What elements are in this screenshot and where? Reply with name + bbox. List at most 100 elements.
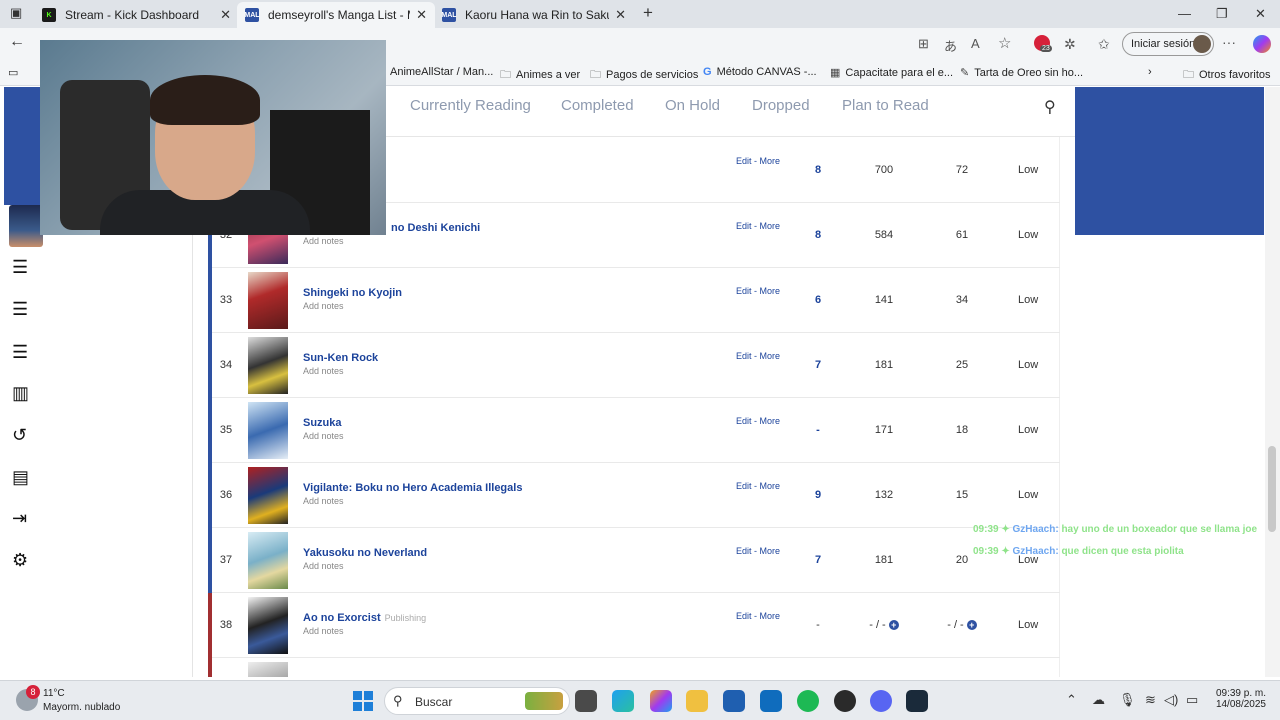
edit-more-link[interactable]: Edit - More [736,416,780,426]
history-icon[interactable]: ↺ [12,425,27,446]
chapters[interactable]: 700 [864,164,904,176]
add-notes-link[interactable]: Add notes [303,431,344,441]
export-icon[interactable]: ⇥ [12,508,27,529]
manga-title[interactable]: Shingeki no Kyojin [303,287,402,299]
chapters[interactable]: 181 [864,359,904,371]
start-icon[interactable] [353,691,373,711]
chevron-right-icon[interactable]: › [1148,66,1152,78]
tab-on-hold[interactable]: On Hold [665,97,720,114]
file-explorer-icon[interactable] [686,690,708,712]
add-notes-link[interactable]: Add notes [303,366,344,376]
chapters[interactable]: 171 [864,424,904,436]
document-icon[interactable]: ▤ [12,467,29,488]
maximize-icon[interactable]: ❐ [1216,6,1228,22]
close-window-icon[interactable]: ✕ [1255,6,1266,22]
edit-more-link[interactable]: Edit - More [736,351,780,361]
favorite-star-icon[interactable]: ☆ [998,34,1011,52]
score[interactable]: 8 [808,229,828,241]
wifi-icon[interactable]: ≋ [1145,692,1156,708]
close-icon[interactable]: ✕ [615,7,626,23]
bookmark-item[interactable]: G Método CANVAS -... [703,66,817,78]
sort-alpha-icon[interactable]: ☰ [12,299,28,320]
manga-title[interactable]: no Deshi Kenichi [391,222,480,234]
edit-more-link[interactable]: Edit - More [736,221,780,231]
tab-actions-icon[interactable]: ▣ [10,5,22,21]
bookmark-item[interactable]: ✎ Tarta de Oreo sin ho... [960,66,1083,79]
bookmarks-menu-icon[interactable]: ▭ [8,66,18,79]
add-notes-link[interactable]: Add notes [303,496,344,506]
read-aloud-icon[interactable]: A [971,36,980,51]
store-icon[interactable] [723,690,745,712]
edit-more-link[interactable]: Edit - More [736,156,780,166]
scrollbar-thumb[interactable] [1268,446,1276,532]
task-view-icon[interactable] [575,690,597,712]
microphone-icon[interactable]: 🎙 [1119,692,1136,708]
volumes[interactable]: - / - + [942,619,982,631]
score[interactable]: - [808,619,828,631]
cover-image[interactable] [248,337,288,394]
cover-image[interactable] [248,402,288,459]
stats-icon[interactable]: ▥ [12,383,29,404]
manga-title[interactable]: Sun-Ken Rock [303,352,378,364]
manga-title[interactable]: Yakusoku no Neverland [303,547,427,559]
more-icon[interactable]: ··· [1222,34,1236,50]
chapters[interactable]: 141 [864,294,904,306]
chapters[interactable]: 584 [864,229,904,241]
obs-icon[interactable] [834,690,856,712]
translate-icon[interactable]: あ [944,36,957,55]
manga-title[interactable]: Suzuka [303,417,342,429]
manga-title[interactable]: Ao no Exorcist Publishing [303,612,426,624]
add-list-icon[interactable]: ☰ [12,257,28,278]
weather-temp[interactable]: 11°C [43,688,65,699]
weather-desc[interactable]: Mayorm. nublado [43,702,120,713]
minimize-icon[interactable]: — [1178,6,1191,21]
clock[interactable]: 09:39 p. m. 14/08/2025 [1210,688,1266,710]
cover-image[interactable] [248,467,288,524]
increment-volume-icon[interactable]: + [966,620,977,630]
cover-image[interactable] [248,597,288,654]
volumes[interactable]: 72 [942,164,982,176]
add-notes-link[interactable]: Add notes [303,626,344,636]
tab-manga-list[interactable]: MAL demseyroll's Manga List - MyAnim ✕ [237,2,435,28]
bookmark-item[interactable]: 🗀 Otros favoritos [1183,66,1271,85]
bookmark-item[interactable]: 🗀 Pagos de servicios [590,66,698,85]
volumes[interactable]: 15 [942,489,982,501]
edit-more-link[interactable]: Edit - More [736,546,780,556]
increment-chapter-icon[interactable]: + [888,620,899,630]
volumes[interactable]: 34 [942,294,982,306]
copilot-app-icon[interactable] [650,690,672,712]
tab-completed[interactable]: Completed [561,97,634,114]
battery-icon[interactable]: ▭ [1186,692,1198,708]
cover-image[interactable] [248,532,288,589]
bookmark-item[interactable]: 🗀 Animes a ver [500,66,580,85]
edge-icon[interactable] [612,690,634,712]
edit-more-link[interactable]: Edit - More [736,481,780,491]
profile-avatar[interactable] [9,205,43,247]
add-notes-link[interactable]: Add notes [303,561,344,571]
favorites-icon[interactable]: ✩ [1098,36,1110,53]
add-notes-link[interactable]: Add notes [303,301,344,311]
chevron-up-icon[interactable]: ⌃ [1066,692,1077,708]
signin-button[interactable]: Iniciar sesión [1122,32,1214,56]
edit-more-link[interactable]: Edit - More [736,286,780,296]
cloud-icon[interactable]: ☁ [1092,692,1105,708]
copilot-icon[interactable] [1253,35,1271,53]
back-icon[interactable]: ← [9,33,25,51]
bookmark-item[interactable]: AnimeAllStar / Man... [390,66,493,78]
extensions-icon[interactable]: ✲ [1064,36,1076,53]
close-icon[interactable]: ✕ [220,7,231,23]
volumes[interactable]: 25 [942,359,982,371]
tab-dropped[interactable]: Dropped [752,97,810,114]
tab-plan-to-read[interactable]: Plan to Read [842,97,929,114]
list-m-icon[interactable]: ☰ [12,342,28,363]
score[interactable]: 6 [808,294,828,306]
split-screen-icon[interactable]: ⊞ [918,36,929,52]
edit-more-link[interactable]: Edit - More [736,611,780,621]
bookmark-item[interactable]: ▦ Capacitate para el e... [830,66,953,79]
manga-title[interactable]: Vigilante: Boku no Hero Academia Illegal… [303,482,522,494]
settings-gear-icon[interactable]: ⚙ [12,550,28,571]
tab-kaoru-hana[interactable]: MAL Kaoru Hana wa Rin to Saku (The F ✕ [434,2,634,28]
tab-kick[interactable]: K Stream - Kick Dashboard ✕ [34,2,239,28]
scrollbar[interactable] [1265,87,1280,677]
volume-icon[interactable]: ◁) [1164,692,1178,708]
